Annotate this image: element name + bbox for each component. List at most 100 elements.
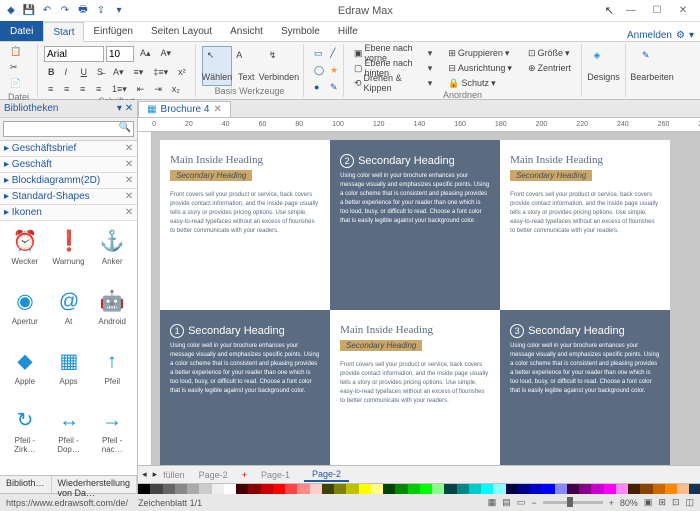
sidebar-dropdown-icon[interactable]: ▾ ✕ (117, 103, 133, 114)
designs-button[interactable]: ◈Designs (588, 46, 619, 86)
search-icon[interactable]: 🔍 (119, 122, 131, 133)
highlight-button[interactable]: A▾ (109, 65, 128, 79)
save-icon[interactable]: 💾 (22, 4, 36, 18)
paste-button[interactable]: 📋 (6, 46, 28, 60)
italic-button[interactable]: I (61, 65, 75, 79)
color-swatch[interactable] (493, 484, 505, 494)
protect-button[interactable]: 🔒 Schutz ▾ (444, 76, 516, 90)
color-swatch[interactable] (555, 484, 567, 494)
color-swatch[interactable] (395, 484, 407, 494)
shape-item[interactable]: 🤖Android (91, 285, 133, 343)
page-tab[interactable]: Page-2 (304, 468, 349, 482)
shape-item[interactable]: ↔Pfeil - Dop… (48, 404, 90, 471)
color-swatch[interactable] (481, 484, 493, 494)
add-page-icon[interactable]: + (242, 470, 247, 480)
color-swatch[interactable] (334, 484, 346, 494)
align-left-button[interactable]: ≡ (44, 82, 58, 96)
chevron-down-icon[interactable]: ▾ (689, 30, 694, 41)
close-lib-icon[interactable]: ✕ (125, 175, 133, 186)
redo-icon[interactable]: ↷ (58, 4, 72, 18)
strike-button[interactable]: S̶ (93, 65, 107, 79)
close-lib-icon[interactable]: ✕ (125, 207, 133, 218)
numbering-button[interactable]: 1≡▾ (108, 82, 131, 96)
shape-item[interactable]: →Pfeil - nac… (91, 404, 133, 471)
color-swatch[interactable] (604, 484, 616, 494)
shape-item[interactable]: ⏰Wecker (4, 225, 46, 283)
color-swatch[interactable] (457, 484, 469, 494)
maximize-button[interactable]: ☐ (648, 4, 666, 18)
align-right-button[interactable]: ≡ (76, 82, 90, 96)
edit-button[interactable]: ✎Bearbeiten (632, 46, 672, 86)
color-swatch[interactable] (297, 484, 309, 494)
close-lib-icon[interactable]: ✕ (125, 191, 133, 202)
panel-1[interactable]: Main Inside Heading Secondary Heading Fr… (160, 140, 330, 310)
font-size-select[interactable] (106, 46, 134, 62)
color-swatch[interactable] (371, 484, 383, 494)
tab-symbols[interactable]: Symbole (272, 21, 329, 41)
color-swatch[interactable] (163, 484, 175, 494)
color-swatch[interactable] (310, 484, 322, 494)
color-swatch[interactable] (530, 484, 542, 494)
library-item[interactable]: ▸ Blockdiagramm(2D)✕ (0, 173, 137, 189)
shape-item[interactable]: @At (48, 285, 90, 343)
shape-pencil-icon[interactable]: ✎ (326, 80, 340, 94)
shape-item[interactable]: ❗Warnung (48, 225, 90, 283)
view-mode-icon[interactable]: ▦ (488, 497, 497, 508)
bold-button[interactable]: B (44, 65, 59, 79)
tab-help[interactable]: Hilfe (329, 21, 367, 41)
font-grow-button[interactable]: A▴ (136, 46, 155, 60)
color-swatch[interactable] (665, 484, 677, 494)
color-swatch[interactable] (138, 484, 150, 494)
font-family-select[interactable] (44, 46, 104, 62)
color-swatch[interactable] (628, 484, 640, 494)
shape-search-input[interactable] (3, 121, 134, 137)
zoom-out-button[interactable]: − (531, 498, 536, 508)
qat-dropdown-icon[interactable]: ▾ (112, 4, 126, 18)
color-swatch[interactable] (248, 484, 260, 494)
color-swatch[interactable] (273, 484, 285, 494)
cut-button[interactable]: ✂ (6, 62, 28, 76)
rotate-button[interactable]: ⟲ Drehen & Kippen ▾ (350, 76, 436, 90)
close-lib-icon[interactable]: ✕ (125, 159, 133, 170)
shape-item[interactable]: ◆Apple (4, 345, 46, 403)
panel-5[interactable]: Main Inside Heading Secondary Heading Fr… (330, 310, 500, 465)
tab-view[interactable]: Ansicht (221, 21, 272, 41)
brochure-page[interactable]: Main Inside Heading Secondary Heading Fr… (160, 140, 670, 465)
file-tab[interactable]: Datei (0, 21, 43, 41)
group-button[interactable]: ⊞ Gruppieren ▾ (444, 46, 516, 60)
select-tool[interactable]: ↖Wählen (202, 46, 232, 86)
export-icon[interactable]: ⇪ (94, 4, 108, 18)
prev-page-icon[interactable]: ◂ (142, 469, 147, 480)
color-swatch[interactable] (175, 484, 187, 494)
shape-item[interactable]: ◉Apertur (4, 285, 46, 343)
library-item[interactable]: ▸ Ikonen✕ (0, 205, 137, 221)
color-swatch[interactable] (616, 484, 628, 494)
color-swatch[interactable] (689, 484, 700, 494)
shape-star-icon[interactable]: ★ (326, 63, 340, 77)
shape-item[interactable]: ↻Pfeil - Zirk… (4, 404, 46, 471)
shape-dot-icon[interactable]: ● (310, 80, 324, 94)
color-swatch[interactable] (236, 484, 248, 494)
color-swatch[interactable] (469, 484, 481, 494)
tab-page-layout[interactable]: Seiten Layout (142, 21, 221, 41)
library-item[interactable]: ▸ Geschäft✕ (0, 157, 137, 173)
shape-rect-icon[interactable]: ▭ (310, 46, 324, 60)
view-icon[interactable]: ◫ (685, 497, 694, 508)
view-mode-icon[interactable]: ▭ (517, 497, 526, 508)
close-tab-icon[interactable]: ✕ (213, 104, 221, 115)
shape-ellipse-icon[interactable]: ◯ (310, 63, 324, 77)
page-tab[interactable]: Page-1 (253, 469, 298, 481)
close-button[interactable]: ✕ (674, 4, 692, 18)
color-swatch[interactable] (261, 484, 273, 494)
color-swatch[interactable] (322, 484, 334, 494)
color-swatch[interactable] (542, 484, 554, 494)
page-tab[interactable]: Page-2 (191, 469, 236, 481)
view-icon[interactable]: ⊞ (658, 497, 666, 508)
view-mode-icon[interactable]: ▤ (502, 497, 511, 508)
shape-item[interactable]: ▦Apps (48, 345, 90, 403)
color-swatch[interactable] (677, 484, 689, 494)
connector-tool[interactable]: ↯Verbinden (261, 46, 297, 86)
panel-2[interactable]: 2Secondary Heading Using color well in y… (330, 140, 500, 310)
color-swatch[interactable] (653, 484, 665, 494)
indent-right-button[interactable]: ⇥ (150, 82, 166, 96)
